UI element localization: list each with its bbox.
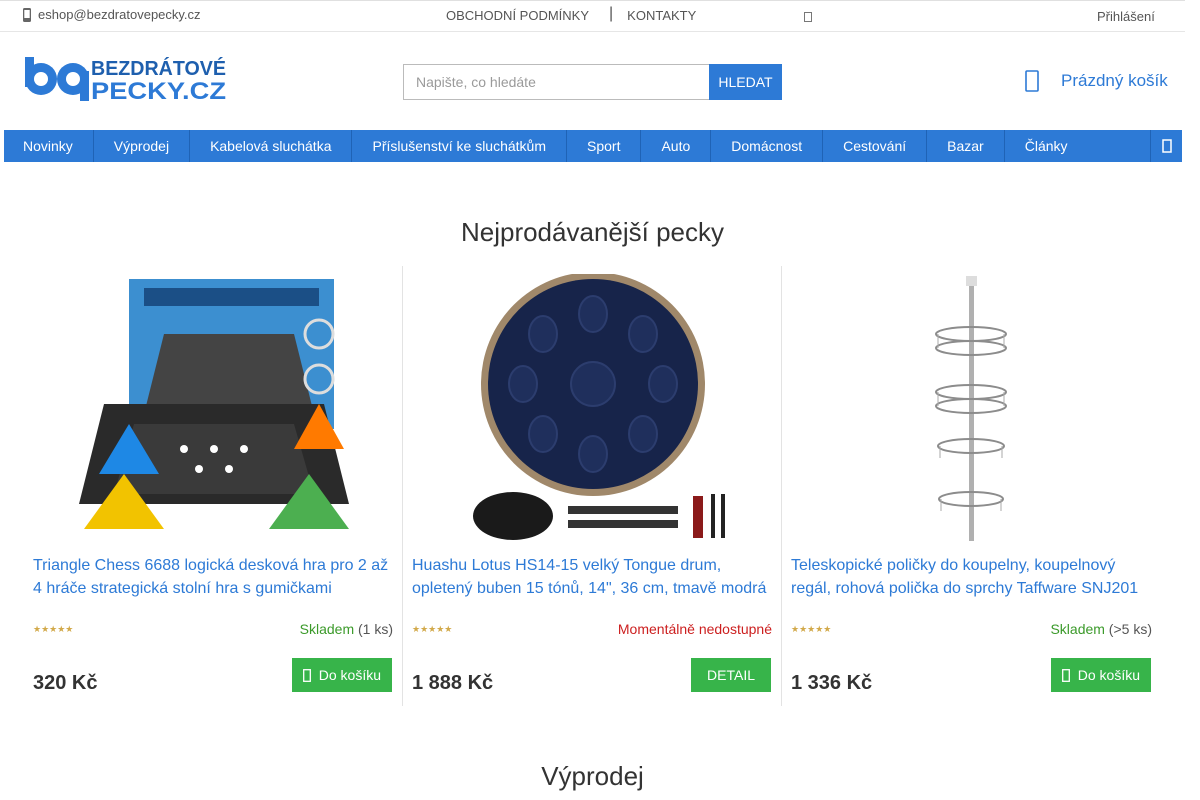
top-bar: eshop@bezdratovepecky.cz OBCHODNÍ PODMÍN… — [0, 0, 1185, 32]
nav-item-novinky[interactable]: Novinky — [4, 130, 94, 162]
shower-shelf-image — [935, 276, 1007, 541]
add-to-cart-label: Do košíku — [318, 667, 381, 683]
menu-icon — [1161, 139, 1172, 153]
product-price: 320 Kč — [33, 672, 98, 694]
availability: Skladem (>5 ks) — [1050, 621, 1152, 637]
cart-label: Prázdný košík — [1061, 71, 1168, 90]
nav-item-auto[interactable]: Auto — [641, 130, 712, 162]
product-image[interactable] — [443, 274, 743, 544]
logo-line-2: PECKY.CZ — [91, 78, 226, 102]
product-card: Huashu Lotus HS14-15 velký Tongue drum, … — [403, 266, 782, 706]
phone-icon — [23, 7, 31, 22]
search-button[interactable]: HLEDAT — [709, 64, 782, 100]
product-image[interactable] — [64, 274, 364, 544]
search-form: HLEDAT — [403, 64, 782, 100]
logo-mark — [25, 57, 89, 101]
board-game-image — [79, 279, 349, 529]
logo-line-1: BEZDRÁTOVÉ — [91, 57, 226, 80]
stock-status: Momentálně nedostupné — [617, 621, 772, 637]
cart-icon — [1025, 70, 1039, 92]
rating-stars: ★★★★★ — [791, 624, 832, 634]
product-price: 1 336 Kč — [791, 672, 873, 694]
terms-link[interactable]: OBCHODNÍ PODMÍNKY — [446, 8, 589, 23]
stock-qty: (>5 ks) — [1104, 621, 1152, 637]
search-input[interactable] — [403, 64, 709, 100]
availability: Skladem (1 ks) — [300, 621, 393, 637]
product-name-link[interactable]: Teleskopické poličky do koupelny, koupel… — [791, 554, 1153, 600]
add-to-cart-button[interactable]: Do košíku — [291, 658, 392, 692]
nav-more-button[interactable] — [1150, 130, 1182, 162]
product-image[interactable] — [822, 274, 1122, 544]
top-links: OBCHODNÍ PODMÍNKY | KONTAKTY — [446, 4, 696, 24]
email-text: eshop@bezdratovepecky.cz — [38, 7, 201, 22]
nav-item-kabelova-sluchatka[interactable]: Kabelová sluchátka — [190, 130, 353, 162]
site-logo[interactable]: BEZDRÁTOVÉ PECKY.CZ — [23, 54, 228, 102]
email-link[interactable]: eshop@bezdratovepecky.cz — [22, 7, 201, 22]
stock-status: Skladem — [1050, 621, 1105, 637]
product-name-link[interactable]: Triangle Chess 6688 logická desková hra … — [33, 554, 395, 600]
contacts-link[interactable]: KONTAKTY — [627, 8, 696, 23]
rating-stars: ★★★★★ — [33, 624, 74, 634]
add-to-cart-label: Do košíku — [1077, 667, 1140, 683]
product-name-link[interactable]: Huashu Lotus HS14-15 velký Tongue drum, … — [412, 554, 774, 600]
nav-item-bazar[interactable]: Bazar — [927, 130, 1005, 162]
product-card: Teleskopické poličky do koupelny, koupel… — [782, 266, 1161, 706]
product-price: 1 888 Kč — [412, 672, 494, 694]
nav-item-domacnost[interactable]: Domácnost — [711, 130, 824, 162]
product-list: Triangle Chess 6688 logická desková hra … — [24, 266, 1161, 706]
link-separator: | — [609, 4, 614, 22]
rating-stars: ★★★★★ — [412, 624, 453, 634]
main-nav: Novinky Výprodej Kabelová sluchátka Přís… — [4, 130, 1182, 162]
add-to-cart-button[interactable]: Do košíku — [1050, 658, 1151, 692]
cart-icon — [1061, 668, 1070, 682]
nav-item-sport[interactable]: Sport — [567, 130, 642, 162]
stock-qty: (1 ks) — [354, 621, 393, 637]
product-card: Triangle Chess 6688 logická desková hra … — [24, 266, 403, 706]
login-link[interactable]: Přihlášení — [1097, 9, 1155, 24]
tongue-drum-image — [473, 274, 725, 540]
stock-status: Skladem — [299, 621, 355, 637]
availability: Momentálně nedostupné — [618, 621, 772, 637]
nav-item-cestovani[interactable]: Cestování — [823, 130, 928, 162]
dropdown-icon[interactable] — [804, 12, 812, 22]
nav-item-clanky[interactable]: Články — [1005, 130, 1088, 162]
sale-heading: Výprodej — [541, 761, 644, 791]
bestsellers-heading: Nejprodávanější pecky — [460, 217, 725, 247]
nav-item-vyprodej[interactable]: Výprodej — [94, 130, 191, 162]
cart-link[interactable]: Prázdný košík — [1025, 70, 1168, 92]
cart-icon — [302, 668, 311, 682]
detail-button[interactable]: DETAIL — [691, 658, 771, 692]
nav-item-prislusenstvi[interactable]: Příslušenství ke sluchátkům — [352, 130, 567, 162]
